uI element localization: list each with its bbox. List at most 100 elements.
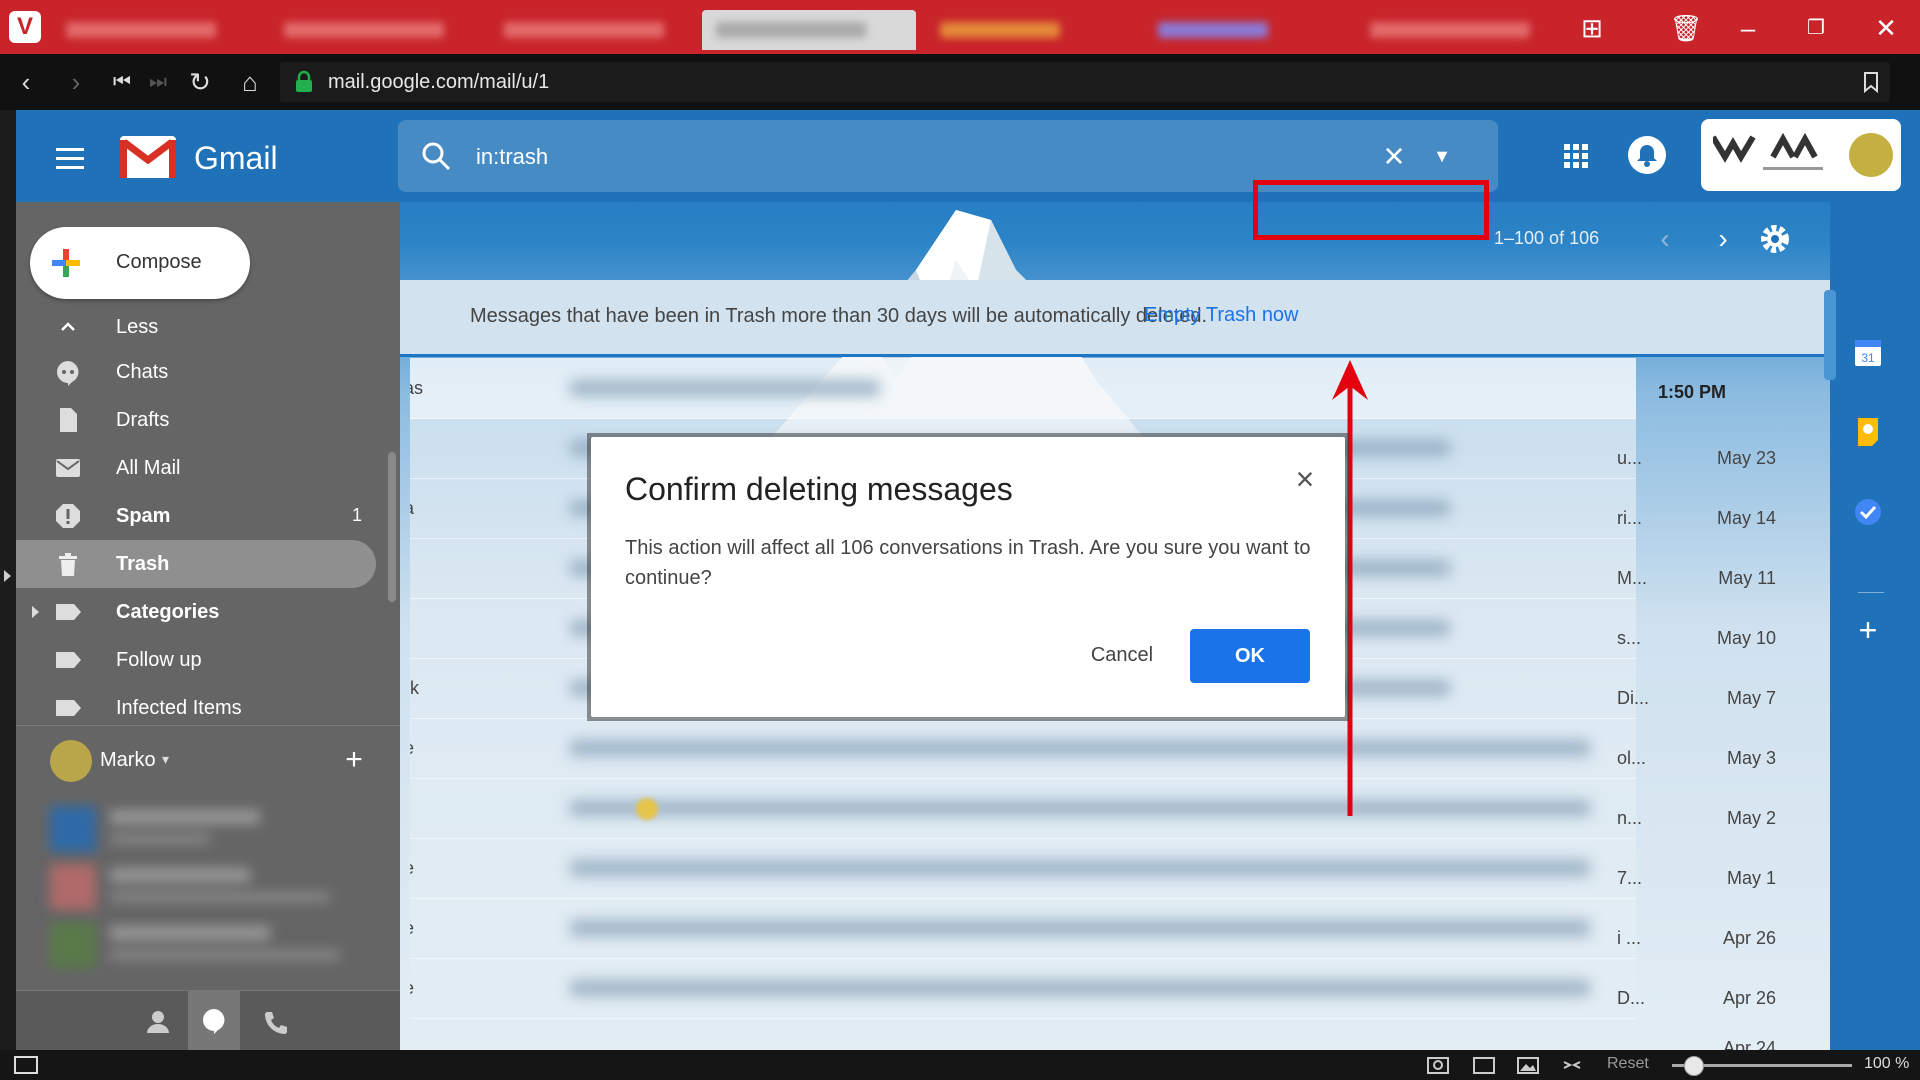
browser-tab[interactable]	[52, 10, 252, 50]
get-addons-icon[interactable]: +	[1850, 612, 1886, 648]
table-row[interactable]: e	[410, 838, 1636, 899]
table-row[interactable]: as	[410, 358, 1636, 419]
empty-trash-now-link[interactable]: Empty Trash now	[1144, 304, 1299, 327]
panel-toggle-icon[interactable]	[14, 1056, 38, 1074]
sidebar-item-spam[interactable]: Spam 1	[16, 492, 376, 540]
add-contact-icon[interactable]: +	[336, 742, 372, 778]
google-apps-icon[interactable]	[1558, 138, 1594, 174]
table-row[interactable]: e	[410, 898, 1636, 959]
sidebar-item-trash[interactable]: Trash	[16, 540, 376, 588]
table-row[interactable]: e	[410, 718, 1636, 779]
sidebar-item-categories[interactable]: Categories	[16, 588, 376, 636]
expand-arrow-icon[interactable]	[32, 606, 39, 618]
snippet-tail: Di...	[1617, 688, 1650, 708]
compose-button[interactable]: Compose	[30, 227, 250, 299]
tasks-icon[interactable]	[1850, 494, 1886, 530]
sidebar-item-label: Chats	[116, 361, 169, 383]
close-icon[interactable]: ×	[1287, 461, 1323, 497]
forward-button[interactable]: ›	[56, 62, 96, 102]
search-input[interactable]: in:trash	[476, 144, 548, 170]
spam-icon	[56, 504, 80, 528]
browser-tab[interactable]	[1144, 10, 1344, 50]
sidebar-item-label: Spam	[116, 505, 171, 527]
home-button[interactable]: ⌂	[230, 62, 270, 102]
close-window-button[interactable]: ✕	[1866, 8, 1906, 48]
keep-icon[interactable]	[1850, 414, 1886, 450]
hangouts-contact[interactable]	[50, 860, 390, 918]
browser-tab-active[interactable]	[702, 10, 916, 50]
emoji-icon	[636, 798, 658, 820]
table-row[interactable]: e	[410, 958, 1636, 1019]
zoom-slider-handle[interactable]	[1684, 1056, 1704, 1076]
snippet-tail: ol...	[1617, 748, 1647, 768]
sidebar-item-chats[interactable]: Chats	[16, 348, 376, 396]
sidebar-item-label: Drafts	[116, 409, 170, 431]
pagination-text: 1–100 of 106	[1494, 228, 1600, 248]
sender-fragment: as	[410, 378, 424, 398]
previous-page-button[interactable]: ‹	[1648, 222, 1682, 256]
message-date: May 11	[1718, 568, 1776, 588]
rewind-button[interactable]: ⏮	[102, 62, 142, 102]
main-menu-icon[interactable]	[52, 140, 88, 176]
next-page-button[interactable]: ›	[1706, 222, 1740, 256]
fast-forward-button[interactable]: ⏭	[138, 62, 178, 102]
bookmark-icon[interactable]	[1862, 71, 1880, 93]
calendar-icon[interactable]: 31	[1850, 334, 1886, 370]
chevron-down-icon[interactable]: ▾	[162, 751, 169, 768]
browser-tab[interactable]	[490, 10, 700, 50]
notifications-icon[interactable]	[1628, 136, 1666, 174]
clear-search-icon[interactable]: ×	[1374, 136, 1414, 176]
url-field[interactable]: mail.google.com/mail/u/1	[280, 62, 1890, 102]
capture-icon[interactable]	[1426, 1054, 1450, 1076]
ok-button[interactable]: OK	[1190, 629, 1310, 683]
table-row[interactable]	[410, 778, 1636, 839]
compose-label: Compose	[116, 251, 202, 273]
search-options-icon[interactable]: ▼	[1428, 142, 1456, 170]
page-actions-icon[interactable]	[1560, 1054, 1584, 1076]
user-avatar[interactable]	[50, 740, 92, 782]
browser-tab[interactable]	[1356, 10, 1566, 50]
snippet-tail: D...	[1617, 988, 1646, 1008]
zoom-reset-button[interactable]: Reset	[1607, 1055, 1649, 1073]
account-avatar[interactable]	[1849, 133, 1893, 177]
trash-info-banner: Messages that have been in Trash more th…	[400, 280, 1830, 357]
minimize-button[interactable]: –	[1728, 8, 1768, 48]
back-button[interactable]: ‹	[6, 62, 46, 102]
gmail-title: Gmail	[194, 140, 278, 176]
browser-tab[interactable]	[926, 10, 1136, 50]
trash-can-icon[interactable]: 🗑	[1666, 8, 1706, 48]
new-tab-button[interactable]: ⊞	[1572, 8, 1612, 48]
sidebar-item-less[interactable]: Less	[16, 308, 376, 348]
sender-fragment: e	[410, 978, 414, 999]
settings-gear-icon[interactable]	[1756, 220, 1794, 258]
panel-expand-icon[interactable]	[4, 570, 11, 582]
sidebar: Compose Less Chats Drafts All Mail Spam …	[16, 202, 400, 1050]
sidebar-item-drafts[interactable]: Drafts	[16, 396, 376, 444]
message-date: May 7	[1726, 688, 1776, 708]
image-toggle-icon[interactable]	[1516, 1054, 1540, 1076]
person-icon[interactable]	[138, 1003, 178, 1043]
reload-button[interactable]: ↻	[180, 62, 220, 102]
organization-logo-icon	[1713, 133, 1823, 170]
blurred-text	[570, 800, 1590, 816]
vivaldi-menu-icon[interactable]: V	[9, 11, 41, 43]
phone-icon[interactable]	[256, 1003, 296, 1043]
tiling-icon[interactable]	[1472, 1054, 1496, 1076]
cancel-button[interactable]: Cancel	[1063, 629, 1181, 681]
sidebar-scrollbar[interactable]	[388, 452, 396, 602]
blurred-text	[570, 980, 1590, 996]
sidebar-item-follow-up[interactable]: Follow up	[16, 636, 376, 684]
account-switcher[interactable]	[1701, 119, 1901, 191]
hangouts-contact[interactable]	[50, 918, 390, 976]
snippet-tail: ri...	[1617, 508, 1642, 528]
search-icon[interactable]	[418, 138, 454, 174]
hangouts-user-name[interactable]: Marko	[100, 749, 156, 772]
hangouts-contact[interactable]	[50, 802, 390, 860]
restore-button[interactable]: ❐	[1796, 8, 1836, 48]
message-list-scrollbar[interactable]	[1824, 290, 1836, 380]
hangouts-tab-active[interactable]	[188, 991, 240, 1050]
sidebar-item-all-mail[interactable]: All Mail	[16, 444, 376, 492]
gmail-logo-icon[interactable]	[120, 136, 176, 178]
message-date: May 3	[1726, 748, 1776, 768]
browser-tab[interactable]	[270, 10, 480, 50]
